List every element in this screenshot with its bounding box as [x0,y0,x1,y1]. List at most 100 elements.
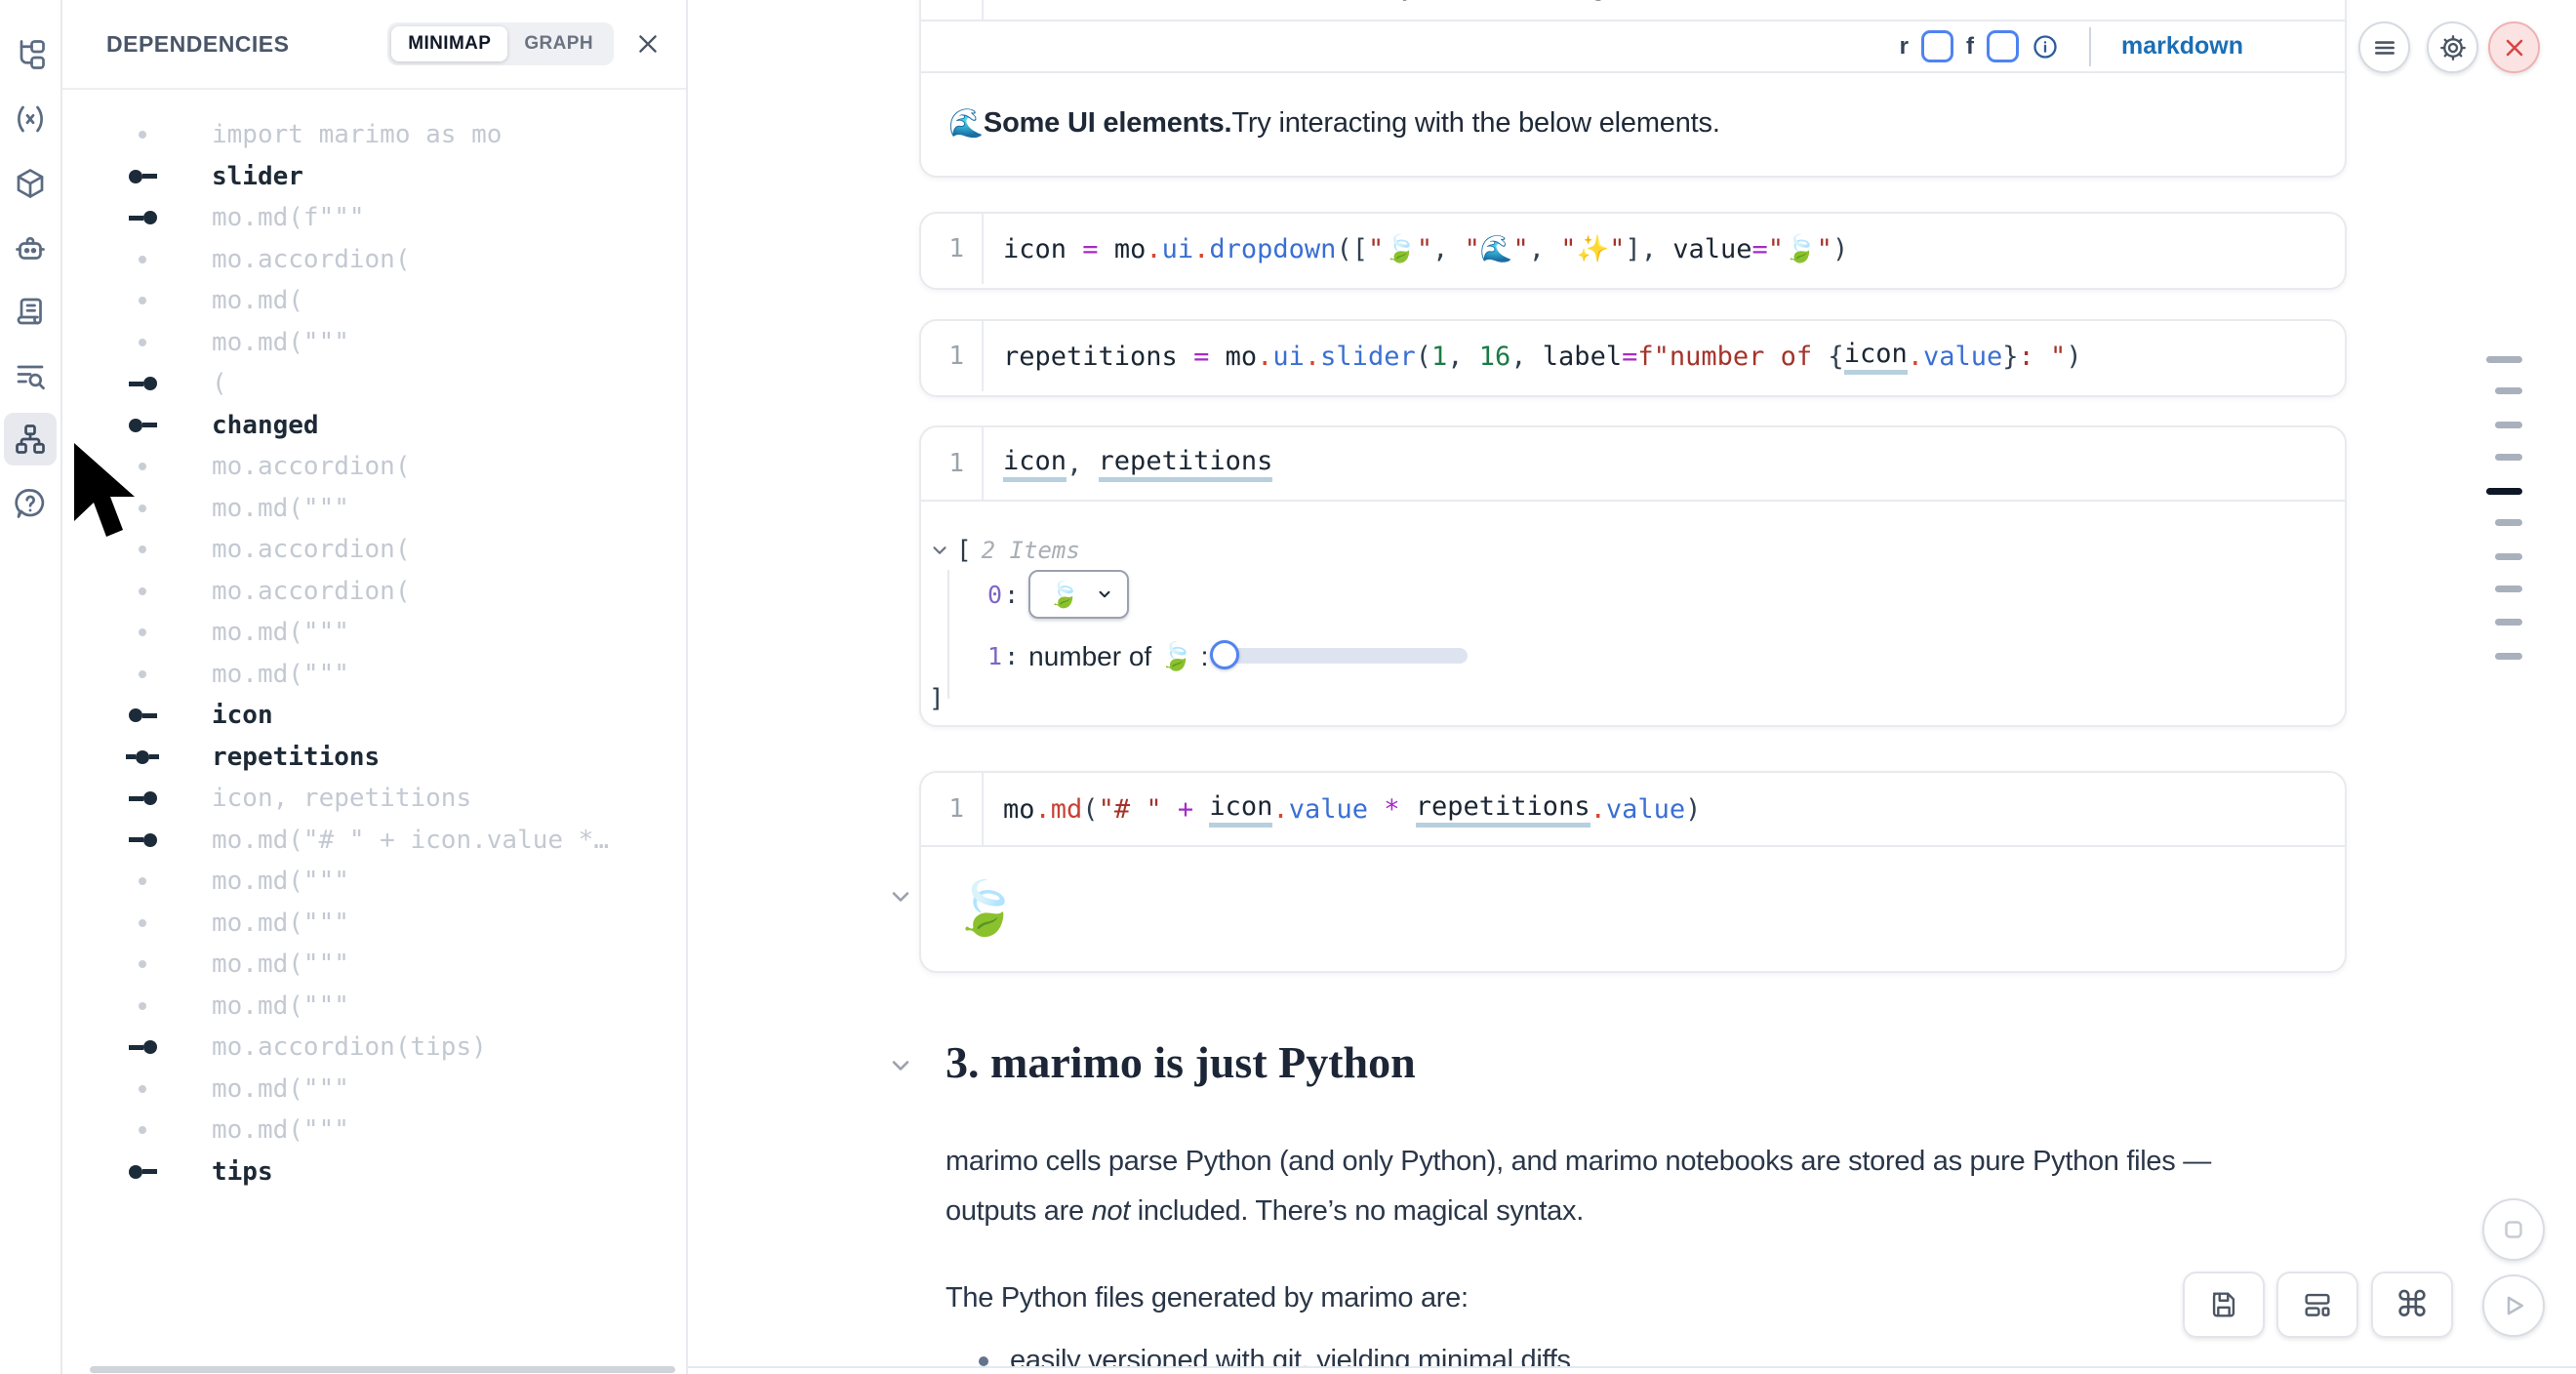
code-editor[interactable]: 1 icon = mo.ui.dropdown(["🍃", "🌊", "✨"],… [921,214,2345,284]
shortcuts-button[interactable]: ⌘ [2371,1272,2453,1338]
code-editor[interactable]: 1 repetitions = mo.ui.slider(1, 16, labe… [921,321,2345,391]
minimap-item[interactable]: mo.md(""" [60,612,686,654]
slider-knob[interactable] [1210,640,1239,669]
outline-line[interactable] [2495,454,2522,461]
minimap-item[interactable]: ( [60,363,686,405]
minimap-item[interactable]: mo.accordion( [60,239,686,281]
info-icon[interactable] [2032,33,2059,61]
tab-graph[interactable]: GRAPH [507,26,610,61]
collapse-output-button[interactable] [887,883,914,915]
outline-line[interactable] [2486,488,2522,495]
minimap-item-label: icon [212,701,273,730]
sidebar-item-logs[interactable] [4,285,57,338]
shutdown-button[interactable] [2488,21,2540,73]
sidebar-item-packages[interactable] [4,157,57,210]
minimap-item[interactable]: icon [60,695,686,737]
def-glyph-icon [117,419,168,432]
panel-title: DEPENDENCIES [106,31,289,58]
outline-line[interactable] [2495,619,2522,626]
sidebar-item-help[interactable] [4,477,57,530]
cell-md-concat[interactable]: 1 mo.md("# " + icon.value * repetitions.… [919,771,2347,973]
minimap-item[interactable]: repetitions [60,737,686,779]
plain-glyph-icon [117,587,168,595]
bracket-close: ] [929,684,945,713]
stop-button[interactable] [2482,1198,2545,1261]
outline-line[interactable] [2495,519,2522,526]
minimap-item[interactable]: mo.md(""" [60,861,686,903]
dependencies-panel-header: DEPENDENCIES MINIMAP GRAPH [60,0,686,90]
markdown-mode-button[interactable]: markdown [2121,32,2243,61]
minimap-item[interactable]: mo.md("# " + icon.value *… [60,820,686,862]
sidebar-item-ai[interactable] [4,222,57,274]
outline-line[interactable] [2495,387,2522,394]
use-glyph-icon [117,377,168,390]
sidebar-item-dependencies[interactable] [4,413,57,465]
use-glyph-icon [117,211,168,224]
minimap-item[interactable]: mo.md(""" [60,903,686,945]
minimap-item[interactable]: changed [60,405,686,447]
sidebar-item-files[interactable] [4,28,57,81]
cell-output: 🍃 [921,845,2345,970]
minimap-item-label: mo.md(""" [212,328,349,357]
tab-minimap[interactable]: MINIMAP [391,26,507,61]
minimap-item[interactable]: mo.md(f""" [60,197,686,239]
menu-button[interactable] [2358,21,2410,73]
settings-button[interactable] [2427,21,2478,73]
def-glyph-icon [117,1165,168,1179]
minimap-item-label: mo.md(""" [212,1074,349,1104]
layout-button[interactable] [2276,1272,2358,1338]
run-button[interactable] [2482,1274,2545,1337]
view-toggle: MINIMAP GRAPH [387,22,614,65]
minimap-item-label: icon, repetitions [212,784,471,813]
line-number: 1 [921,342,982,371]
code-editor[interactable]: 1 mo.md("# " + icon.value * repetitions.… [921,773,2345,845]
minimap-item[interactable]: mo.accordion(tips) [60,1027,686,1069]
outline-line[interactable] [2495,553,2522,560]
minimap-item[interactable]: icon, repetitions [60,778,686,820]
minimap-item[interactable]: mo.md(""" [60,1069,686,1111]
gear-icon [2438,33,2468,62]
minimap-scrollbar[interactable] [90,1366,675,1373]
tree-row-0: 0 : 🍃 [921,572,2345,617]
save-button[interactable] [2183,1272,2265,1338]
minimap-item[interactable]: mo.md(""" [60,986,686,1028]
cell-output: 🌊 Some UI elements. Try interacting with… [921,73,2345,174]
cell-dropdown-def[interactable]: 1 icon = mo.ui.dropdown(["🍃", "🌊", "✨"],… [919,212,2347,290]
plain-glyph-icon [117,297,168,304]
f-checkbox[interactable] [1987,30,2019,62]
minimap-item[interactable]: mo.md(""" [60,322,686,364]
robot-icon [13,230,48,265]
minimap-item[interactable]: mo.md( [60,280,686,322]
minimap-item[interactable]: tips [60,1152,686,1193]
variables-icon [13,101,48,137]
code-line: 🌊 Some UI elements. Try interacting with… [982,0,2003,20]
close-panel-button[interactable] [633,29,663,59]
collapse-section-button[interactable] [887,1052,914,1084]
outline-line[interactable] [2495,653,2522,660]
format-label: f [1966,33,1974,61]
minimap-item[interactable]: mo.md(""" [60,654,686,696]
cell-tuple[interactable]: 1 icon, repetitions [ 2 Items 0 : 🍃 [919,425,2347,727]
r-checkbox[interactable] [1921,30,1953,62]
minimap-item[interactable]: mo.md(""" [60,944,686,986]
code-editor[interactable]: 1 icon, repetitions [921,427,2345,500]
sidebar-item-variables[interactable] [4,93,57,145]
sidebar-item-snippets[interactable] [4,349,57,402]
cell-markdown-intro[interactable]: 1 🌊 Some UI elements. Try interacting wi… [919,0,2347,178]
code-editor[interactable]: 1 🌊 Some UI elements. Try interacting wi… [921,0,2345,20]
minimap-item[interactable]: mo.accordion( [60,571,686,613]
minimap-item[interactable]: import marimo as mo [60,114,686,156]
chevron-down-icon[interactable] [929,540,950,561]
chevron-down-icon [887,883,914,910]
minimap-item-label: mo.md(""" [212,660,349,689]
repetitions-slider[interactable] [1216,648,1468,664]
dropdown-select[interactable]: 🍃 [1028,570,1128,619]
outline-line[interactable] [2495,422,2522,428]
footer-divider [686,1366,2576,1374]
minimap-item[interactable]: mo.md(""" [60,1110,686,1152]
outline-line[interactable] [2495,586,2522,592]
cell-slider-def[interactable]: 1 repetitions = mo.ui.slider(1, 16, labe… [919,319,2347,397]
minimap-item[interactable]: slider [60,156,686,198]
outline-line[interactable] [2486,356,2522,363]
stop-icon [2499,1215,2528,1244]
